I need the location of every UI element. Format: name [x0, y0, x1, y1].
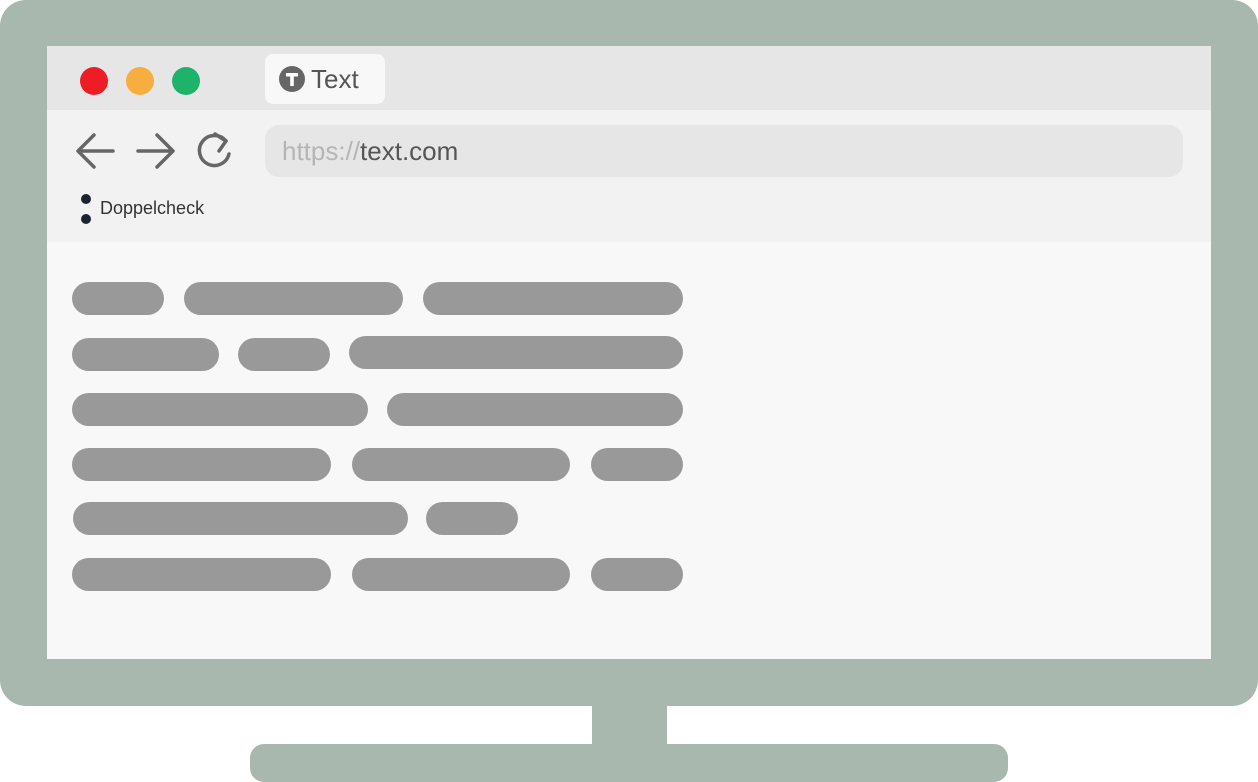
text-placeholder [184, 282, 403, 315]
text-placeholder [238, 338, 330, 371]
url-protocol: https:// [282, 136, 361, 166]
tab-label: Text [311, 64, 359, 94]
forward-button[interactable] [132, 128, 178, 174]
t-letter-circle-icon [279, 66, 305, 92]
arrow-right-icon [136, 133, 175, 169]
text-placeholder [72, 558, 331, 591]
browser-window: Text https://text.com Doppelcheck [47, 46, 1211, 659]
arrow-left-icon [76, 133, 115, 169]
bookmark-label: Doppelcheck [100, 198, 205, 218]
url-host: text.com [360, 136, 459, 166]
text-placeholder [591, 558, 683, 591]
close-window-button[interactable] [80, 67, 108, 95]
text-placeholder [423, 282, 683, 315]
text-placeholder [72, 393, 368, 426]
text-placeholder [591, 448, 683, 481]
colon-dots-icon [80, 194, 92, 226]
text-placeholder [352, 558, 570, 591]
text-placeholder [349, 336, 683, 369]
monitor-neck [592, 700, 667, 748]
text-placeholder [72, 338, 219, 371]
back-button[interactable] [73, 128, 119, 174]
address-bar[interactable]: https://text.com [265, 125, 1183, 177]
maximize-window-button[interactable] [172, 67, 200, 95]
reload-button[interactable] [193, 128, 239, 174]
page-content [47, 242, 1211, 659]
reload-icon [197, 132, 231, 168]
text-placeholder [72, 282, 164, 315]
tab-bar: Text [47, 46, 1211, 110]
text-placeholder [72, 448, 331, 481]
url-text: https://text.com [282, 136, 458, 167]
minimize-window-button[interactable] [126, 67, 154, 95]
text-placeholder [352, 448, 570, 481]
text-placeholder [73, 502, 408, 535]
browser-toolbar: https://text.com Doppelcheck [47, 110, 1211, 242]
text-placeholder [387, 393, 683, 426]
tab-text[interactable]: Text [265, 54, 385, 104]
text-placeholder [426, 502, 518, 535]
monitor-stand [250, 744, 1008, 782]
